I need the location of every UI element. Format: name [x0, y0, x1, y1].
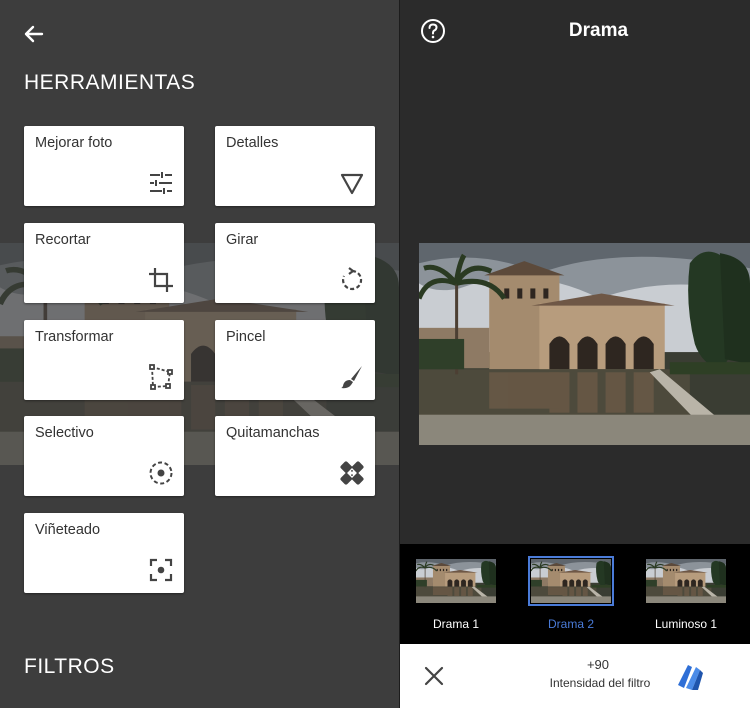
filter-editor-panel: Drama Drama 1 Drama 2 Luminoso 1 +90 Int… — [400, 0, 750, 708]
back-arrow-icon[interactable] — [22, 22, 46, 46]
transform-icon — [148, 364, 174, 390]
tool-label: Viñeteado — [35, 522, 101, 538]
healing-icon — [339, 460, 365, 486]
filters-heading: FILTROS — [24, 655, 115, 678]
tool-label: Quitamanchas — [226, 425, 320, 441]
tool-label: Girar — [226, 232, 259, 248]
tool-label: Selectivo — [35, 425, 94, 441]
tool-label: Transformar — [35, 329, 114, 345]
filter-label[interactable]: Drama 1 — [401, 617, 511, 631]
tool-transformar[interactable]: Transformar — [24, 320, 184, 400]
filter-thumb-drama-1[interactable] — [416, 559, 496, 603]
vignette-icon — [148, 557, 174, 583]
filter-thumb-luminoso-1[interactable] — [646, 559, 726, 603]
filter-title: Drama — [568, 20, 629, 41]
tool-selectivo[interactable]: Selectivo — [24, 416, 184, 496]
filter-intensity-caption: Intensidad del filtro — [549, 676, 651, 690]
filter-thumb-drama-2[interactable] — [528, 556, 614, 606]
tool-label: Pincel — [226, 329, 266, 345]
tool-quitamanchas[interactable]: Quitamanchas — [215, 416, 375, 496]
filter-strip: Drama 1 Drama 2 Luminoso 1 — [400, 544, 750, 644]
filter-intensity-value: +90 — [586, 657, 610, 672]
tool-vineteado[interactable]: Viñeteado — [24, 513, 184, 593]
crop-icon — [148, 267, 174, 293]
tool-pincel[interactable]: Pincel — [215, 320, 375, 400]
tool-mejorar-foto[interactable]: Mejorar foto — [24, 126, 184, 206]
tool-label: Mejorar foto — [35, 135, 113, 151]
tool-recortar[interactable]: Recortar — [24, 223, 184, 303]
bottom-action-bar: +90 Intensidad del filtro — [400, 644, 750, 708]
tool-label: Recortar — [35, 232, 91, 248]
tools-heading: HERRAMIENTAS — [24, 71, 196, 94]
close-icon[interactable] — [422, 664, 446, 688]
tune-icon — [148, 170, 174, 196]
tools-panel: HERRAMIENTAS Mejorar foto Detalles Recor… — [0, 0, 399, 708]
main-photo[interactable] — [419, 243, 750, 445]
filter-styles-icon[interactable] — [672, 661, 706, 693]
brush-icon — [339, 364, 365, 390]
details-triangle-icon — [339, 170, 365, 196]
filter-label[interactable]: Luminoso 1 — [631, 617, 741, 631]
tool-label: Detalles — [226, 135, 279, 151]
selective-icon — [148, 460, 174, 486]
tool-girar[interactable]: Girar — [215, 223, 375, 303]
filter-label-selected[interactable]: Drama 2 — [516, 617, 626, 631]
tool-detalles[interactable]: Detalles — [215, 126, 375, 206]
rotate-icon — [339, 267, 365, 293]
